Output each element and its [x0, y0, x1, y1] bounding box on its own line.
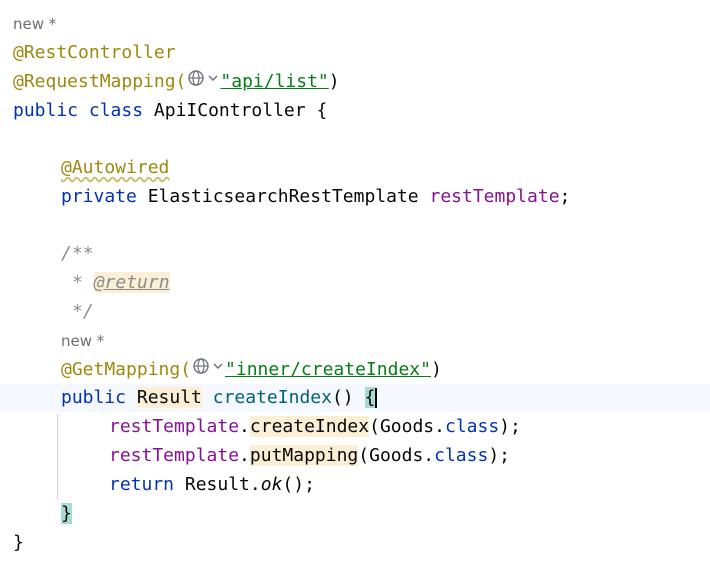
doc-comment-star: * — [72, 272, 83, 293]
method-parens: () — [331, 387, 354, 408]
keyword-class: class — [444, 416, 500, 437]
return-expression[interactable]: Result. — [185, 474, 261, 495]
return-type[interactable]: Result — [136, 387, 202, 408]
call-target[interactable]: restTemplate — [109, 416, 239, 437]
annotation-get-mapping: @GetMapping( — [61, 359, 192, 380]
chevron-down-icon[interactable] — [207, 68, 219, 96]
code-line: public Result createIndex() { — [61, 384, 378, 412]
code-line: * @return — [72, 269, 170, 297]
annotation-rest-controller: @RestController — [13, 42, 176, 63]
code-line: public class ApiIController { — [13, 97, 327, 125]
author-inlay-hint[interactable]: new * — [13, 10, 56, 38]
call-args: (Goods. — [369, 416, 445, 437]
keyword-public-class: public class — [13, 100, 144, 121]
keyword-private: private — [61, 186, 137, 207]
class-brace-close: } — [13, 532, 24, 553]
chevron-down-icon[interactable] — [212, 356, 224, 384]
annotation-autowired[interactable]: @Autowired — [61, 157, 169, 178]
author-hint-text: new * — [13, 15, 57, 33]
doc-return-tag[interactable]: @return — [93, 272, 170, 293]
code-line: /** — [61, 240, 94, 268]
return-call-close: (); — [282, 474, 315, 495]
code-line: @Autowired — [61, 154, 169, 182]
code-line: restTemplate.putMapping(Goods.class); — [109, 442, 510, 470]
globe-icon[interactable] — [187, 68, 205, 96]
call-target[interactable]: restTemplate — [109, 445, 239, 466]
code-editor[interactable]: new * @RestController @RequestMapping( "a… — [0, 0, 710, 581]
doc-comment-close: */ — [72, 301, 94, 322]
keyword-public: public — [61, 387, 127, 408]
annotation-request-mapping: @RequestMapping( — [13, 71, 187, 92]
paren-close: ) — [328, 71, 340, 92]
get-mapping-value[interactable]: "inner/createIndex" — [225, 359, 431, 380]
keyword-return: return — [109, 474, 175, 495]
method-brace-open: { — [364, 387, 376, 408]
code-line: @RequestMapping( "api/list") — [13, 68, 340, 96]
call-args: (Goods. — [358, 445, 435, 466]
class-name[interactable]: ApiIController — [154, 100, 306, 121]
code-line: return Result.ok(); — [109, 471, 315, 499]
request-mapping-value[interactable]: "api/list" — [220, 71, 328, 92]
keyword-class: class — [434, 445, 489, 466]
code-line: restTemplate.createIndex(Goods.class); — [109, 413, 521, 441]
author-hint-text: new * — [61, 332, 105, 350]
text-caret — [375, 388, 378, 408]
doc-comment-open: /** — [61, 243, 94, 264]
class-brace-open: { — [316, 100, 328, 121]
dot: . — [239, 416, 250, 437]
dot: . — [239, 445, 250, 466]
call-close: ); — [499, 416, 521, 437]
call-method-put-mapping[interactable]: putMapping — [249, 445, 359, 466]
author-inlay-hint[interactable]: new * — [61, 327, 104, 355]
paren-close: ) — [430, 359, 442, 380]
code-line: @RestController — [13, 39, 176, 67]
code-line: private ElasticsearchRestTemplate restTe… — [61, 183, 570, 211]
globe-icon[interactable] — [192, 356, 210, 384]
code-line: @GetMapping( "inner/createIndex") — [61, 356, 442, 384]
method-brace-close: } — [61, 503, 72, 524]
call-close: ); — [488, 445, 510, 466]
code-line: } — [13, 529, 24, 557]
return-method-ok[interactable]: ok — [261, 474, 283, 495]
field-type[interactable]: ElasticsearchRestTemplate — [148, 186, 419, 207]
code-line: */ — [72, 298, 94, 326]
semicolon: ; — [559, 186, 571, 207]
field-name[interactable]: restTemplate — [429, 186, 559, 207]
indent-guide — [57, 414, 58, 500]
method-name[interactable]: createIndex — [213, 387, 332, 408]
code-line: } — [61, 500, 72, 528]
call-method-create-index[interactable]: createIndex — [249, 416, 370, 437]
